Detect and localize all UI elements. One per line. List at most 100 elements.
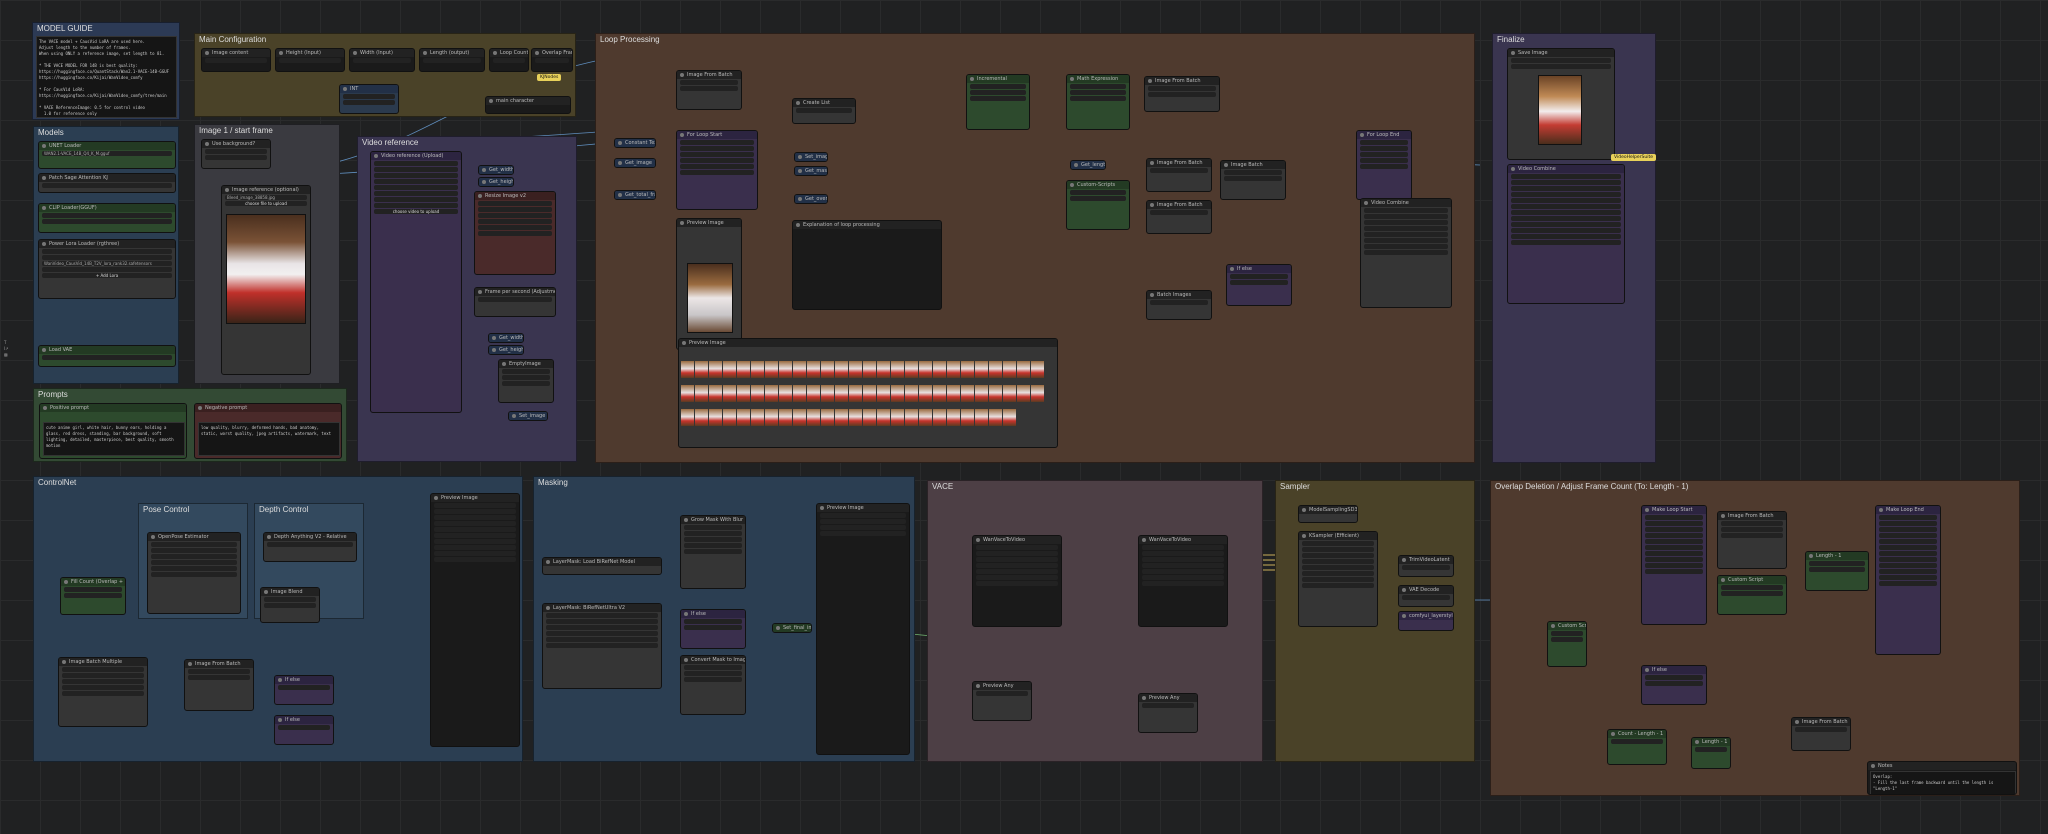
length-minus-node-2[interactable]: Length - 1 xyxy=(1691,737,1731,769)
unet-loader-node[interactable]: UNET Loader WAN2.1-VACE_14B_Q4_K_M.gguf xyxy=(38,141,176,169)
for-loop-start-node[interactable]: For Loop Start xyxy=(676,130,758,210)
create-list-node[interactable]: Create List xyxy=(792,98,856,124)
overlap-if-else-node[interactable]: If else xyxy=(1641,665,1707,705)
trim-video-latent-node[interactable]: TrimVideoLatent xyxy=(1398,555,1454,577)
preview-image-2-node[interactable]: Preview Image xyxy=(678,338,1058,448)
frame-per-second-node[interactable]: Frame per second (Adjustment) xyxy=(474,287,556,317)
group-main-configuration[interactable]: Main Configuration Image content Height … xyxy=(194,33,576,117)
set-ref-image-node[interactable]: Set_image xyxy=(794,152,828,162)
negative-prompt-node[interactable]: Negative prompt low quality, blurry, def… xyxy=(194,403,342,459)
video-combine-loop-node[interactable]: Video Combine xyxy=(1360,198,1452,308)
get-length-node[interactable]: Get_length xyxy=(1070,160,1106,170)
math-expression-node[interactable]: Math Expression xyxy=(1066,74,1130,130)
controlnet-if-else-2-node[interactable]: If else xyxy=(274,715,334,745)
overlap-list-node[interactable]: Make Loop Start xyxy=(1641,505,1707,625)
overlap-frames-node[interactable]: Overlap Frames xyxy=(531,48,573,72)
masking-preview-node[interactable]: Preview Image xyxy=(816,503,910,755)
group-overlap-deletion[interactable]: Overlap Deletion / Adjust Frame Count (T… xyxy=(1490,480,2020,796)
group-vace[interactable]: VACE WanVaceToVideo WanVaceToVideo Previ… xyxy=(927,480,1263,762)
int-node[interactable]: INT xyxy=(339,84,399,114)
use-background-node[interactable]: Use background? xyxy=(201,139,271,169)
empty-image-node[interactable]: EmptyImage xyxy=(498,359,554,403)
patch-sage-attention-node[interactable]: Patch Sage Attention KJ xyxy=(38,173,176,193)
set-ref-mask-node[interactable]: Get_mask xyxy=(794,166,828,176)
group-finalize[interactable]: Finalize Save Image Video Combine VideoH… xyxy=(1492,33,1656,463)
overlap-image-from-batch-node[interactable]: Image From Batch xyxy=(1717,511,1787,569)
depth-anything-node[interactable]: Depth Anything V2 - Relative xyxy=(263,532,357,562)
main-character-node[interactable]: main character xyxy=(485,96,571,114)
vace-preview-node-2[interactable]: Preview Any xyxy=(1138,693,1198,733)
choose-video-button[interactable]: choose video to upload xyxy=(374,209,458,214)
birefnet-ultra-node[interactable]: LayerMask: BiRefNetUltra V2 xyxy=(542,603,662,689)
choose-file-button[interactable]: choose file to upload xyxy=(225,201,307,206)
get-width-node[interactable]: Get_width xyxy=(478,165,514,175)
load-vae-node[interactable]: Load VAE xyxy=(38,345,176,367)
preview-image-node[interactable]: Preview Image xyxy=(676,218,742,350)
image-from-batch-3-node[interactable]: Image From Batch xyxy=(1146,158,1212,192)
clip-loader-node[interactable]: CLIP Loader(GGUF) xyxy=(38,203,176,233)
fill-count-node[interactable]: Fill Count (Overlap + Input) xyxy=(60,577,126,615)
group-models[interactable]: Models UNET Loader WAN2.1-VACE_14B_Q4_K_… xyxy=(33,126,179,384)
load-image-node[interactable]: Image reference (optional) Bleed_image_3… xyxy=(221,185,311,375)
incremental-node[interactable]: Incremental xyxy=(966,74,1030,130)
masking-if-else-node[interactable]: If else xyxy=(680,609,746,649)
length-node[interactable]: Length (output) xyxy=(419,48,485,72)
image-batch-node[interactable]: Image Batch xyxy=(1220,160,1286,200)
image-from-batch-2-node[interactable]: Image From Batch xyxy=(1144,76,1220,112)
get-total-frames-node[interactable]: Get_total_frames xyxy=(614,190,656,200)
notes-node[interactable]: Notes Overlap: - Fill the last frame bac… xyxy=(1867,761,2017,795)
count-length-node[interactable]: Count - Length - 1 xyxy=(1607,729,1667,765)
image-blend-node[interactable]: Image Blend xyxy=(260,587,320,623)
controlnet-image-list-node[interactable]: Image Batch Multiple xyxy=(58,657,148,727)
controlnet-preview-node[interactable]: Preview Image xyxy=(430,493,520,747)
openpose-node[interactable]: OpenPose Estimator xyxy=(147,532,241,614)
wan-vace-to-video-node-1[interactable]: WanVaceToVideo xyxy=(972,535,1062,627)
group-pose-control[interactable]: Pose Control OpenPose Estimator xyxy=(138,503,248,619)
model-sampling-node[interactable]: ModelSamplingSD3 xyxy=(1298,505,1358,523)
overlap-image-from-batch-2[interactable]: Image From Batch xyxy=(1791,717,1851,751)
video-upload-node[interactable]: Video reference (Upload) choose video to… xyxy=(370,151,462,413)
group-video-reference[interactable]: Video reference Video reference (Upload)… xyxy=(357,136,577,462)
controlnet-image-from-batch-node[interactable]: Image From Batch xyxy=(184,659,254,711)
ksampler-node[interactable]: KSampler (Efficient) xyxy=(1298,531,1378,627)
node-graph-canvas[interactable]: MODEL GUIDE The VACE model + CausVid LoR… xyxy=(0,0,2048,834)
set-overlap-node[interactable]: Get_overlap xyxy=(794,194,828,204)
height-node[interactable]: Height (Input) xyxy=(275,48,345,72)
for-loop-end-node[interactable]: For Loop End xyxy=(1356,130,1412,200)
controlnet-if-else-node[interactable]: If else xyxy=(274,675,334,705)
set-final-mask-node[interactable]: Set_final_image xyxy=(772,623,812,633)
video-combine-node[interactable]: Video Combine xyxy=(1507,164,1625,304)
overlap-loop-end-node[interactable]: Make Loop End xyxy=(1875,505,1941,655)
group-sampler[interactable]: Sampler ModelSamplingSD3 KSampler (Effic… xyxy=(1275,480,1475,762)
resize-image-node[interactable]: Resize Image v2 xyxy=(474,191,556,275)
constant-text-node[interactable]: Constant Text xyxy=(614,138,656,148)
positive-prompt-node[interactable]: Positive prompt cute anime girl, white h… xyxy=(39,403,187,459)
length-minus-node[interactable]: Length - 1 xyxy=(1805,551,1869,591)
custom-script-overlap-1[interactable]: Custom Script xyxy=(1547,621,1587,667)
power-lora-loader-node[interactable]: Power Lora Loader (rgthree) WanVideo_Cau… xyxy=(38,239,176,299)
image-from-batch-node[interactable]: Image From Batch xyxy=(676,70,742,110)
explanation-node[interactable]: Explanation of loop processing xyxy=(792,220,942,310)
if-else-node[interactable]: If else xyxy=(1226,264,1292,306)
batch-images-node[interactable]: Batch Images xyxy=(1146,290,1212,320)
sampler-layerutility-node[interactable]: comfyui_layerstyle xyxy=(1398,611,1454,631)
image-from-batch-4-node[interactable]: Image From Batch xyxy=(1146,200,1212,234)
group-loop-processing[interactable]: Loop Processing Constant Text Get_image … xyxy=(595,33,1475,463)
get-height-node[interactable]: Get_height xyxy=(478,177,514,187)
group-prompts[interactable]: Prompts Positive prompt cute anime girl,… xyxy=(33,388,347,462)
custom-script-node[interactable]: Custom-Scripts xyxy=(1066,180,1130,230)
overlap-custom-script-2[interactable]: Custom Script xyxy=(1717,575,1787,615)
group-model-guide[interactable]: MODEL GUIDE The VACE model + CausVid LoR… xyxy=(32,22,180,120)
positive-prompt-text[interactable]: cute anime girl, white hair, bunny ears,… xyxy=(43,422,185,456)
width-node[interactable]: Width (Input) xyxy=(349,48,415,72)
wan-vace-to-video-node-2[interactable]: WanVaceToVideo xyxy=(1138,535,1228,627)
vae-decode-node[interactable]: VAE Decode xyxy=(1398,585,1454,607)
vace-preview-node-1[interactable]: Preview Any xyxy=(972,681,1032,721)
grow-mask-node[interactable]: Grow Mask With Blur xyxy=(680,515,746,589)
group-controlnet[interactable]: ControlNet Pose Control OpenPose Estimat… xyxy=(33,476,523,762)
set-image-orig-node[interactable]: Set_image xyxy=(508,411,548,421)
loop-count-node[interactable]: Loop Count xyxy=(489,48,529,72)
add-lora-button[interactable]: + Add Lora xyxy=(42,273,172,278)
negative-prompt-text[interactable]: low quality, blurry, deformed hands, bad… xyxy=(198,422,340,456)
notes-text[interactable]: Overlap: - Fill the last frame backward … xyxy=(1870,771,2016,794)
